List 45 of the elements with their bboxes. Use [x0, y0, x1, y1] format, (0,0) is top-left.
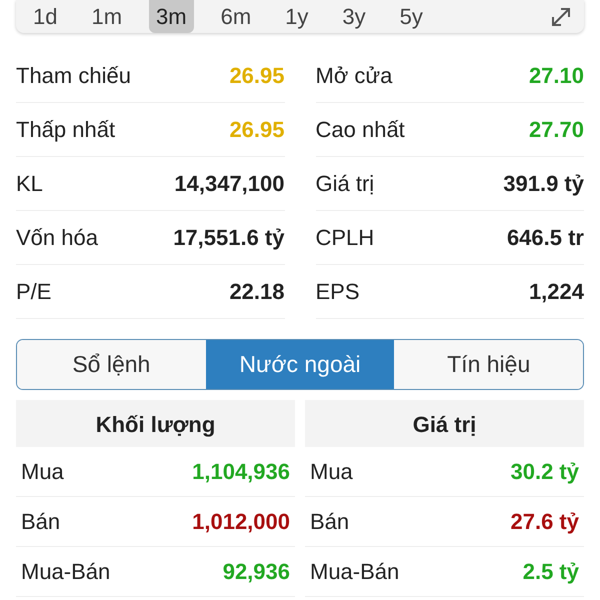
- stat-value: 22.18: [229, 278, 284, 306]
- stat-value: 27.10: [528, 62, 584, 90]
- row-value: 2.5 tỷ: [522, 558, 579, 586]
- stat-value: 27.70: [528, 116, 584, 144]
- period-tab[interactable]: 3m: [149, 0, 194, 33]
- row-value: 1,104,936: [192, 458, 290, 486]
- column-header: Giá trị: [305, 400, 584, 447]
- stat-label: Mở cửa: [316, 62, 392, 90]
- expand-icon[interactable]: [550, 6, 572, 28]
- stat-value: 391.9 tỷ: [503, 170, 584, 198]
- period-tab[interactable]: 3y: [335, 0, 373, 33]
- stat-value: 26.95: [229, 62, 284, 90]
- row-value: 1,012,000: [192, 508, 290, 536]
- stat-label: P/E: [16, 278, 52, 306]
- row-value: 30.2 tỷ: [510, 458, 579, 486]
- stat-label: Vốn hóa: [16, 224, 98, 252]
- row-label: Mua: [21, 458, 64, 486]
- stat-label: Cao nhất: [316, 116, 405, 144]
- column-header: Khối lượng: [16, 400, 295, 447]
- stat-label: Tham chiếu: [16, 62, 131, 90]
- row-value: 27.6 tỷ: [510, 508, 579, 536]
- stat-value: 646.5 tr: [506, 224, 584, 252]
- row-label: Mua: [310, 458, 353, 486]
- row-label: Bán: [21, 508, 60, 536]
- tab[interactable]: Tín hiệu: [394, 340, 583, 389]
- stat-label: Giá trị: [316, 170, 374, 198]
- stat-label: EPS: [316, 278, 360, 306]
- row-label: Mua-Bán: [310, 558, 400, 586]
- row-label: Bán: [310, 508, 350, 536]
- stat-label: Thấp nhất: [16, 116, 116, 144]
- tab[interactable]: Sổ lệnh: [17, 340, 206, 389]
- tab[interactable]: Nước ngoài: [206, 340, 394, 389]
- period-tab[interactable]: 1m: [84, 0, 130, 33]
- row-value: 92,936: [222, 558, 290, 586]
- period-tab[interactable]: 6m: [214, 0, 258, 33]
- period-tab[interactable]: 1d: [26, 0, 64, 33]
- period-tab[interactable]: 5y: [392, 0, 430, 33]
- stat-value: 26.95: [229, 116, 284, 144]
- stat-label: CPLH: [316, 224, 374, 252]
- row-label: Mua-Bán: [21, 558, 110, 586]
- stat-value: 1,224: [528, 278, 584, 306]
- period-tab[interactable]: 1y: [278, 0, 316, 33]
- stat-label: KL: [16, 170, 43, 198]
- stat-value: 17,551.6 tỷ: [173, 224, 284, 252]
- stat-value: 14,347,100: [174, 170, 284, 198]
